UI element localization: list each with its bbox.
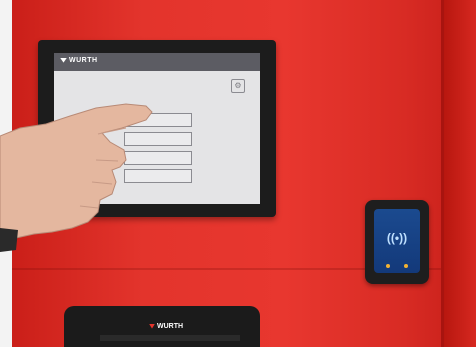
sleeve (0, 228, 18, 252)
pointing-hand (0, 103, 153, 252)
photo-scene: WURTH ⚙ ((•)) WURTH (0, 0, 476, 347)
hand-shape (0, 103, 153, 241)
